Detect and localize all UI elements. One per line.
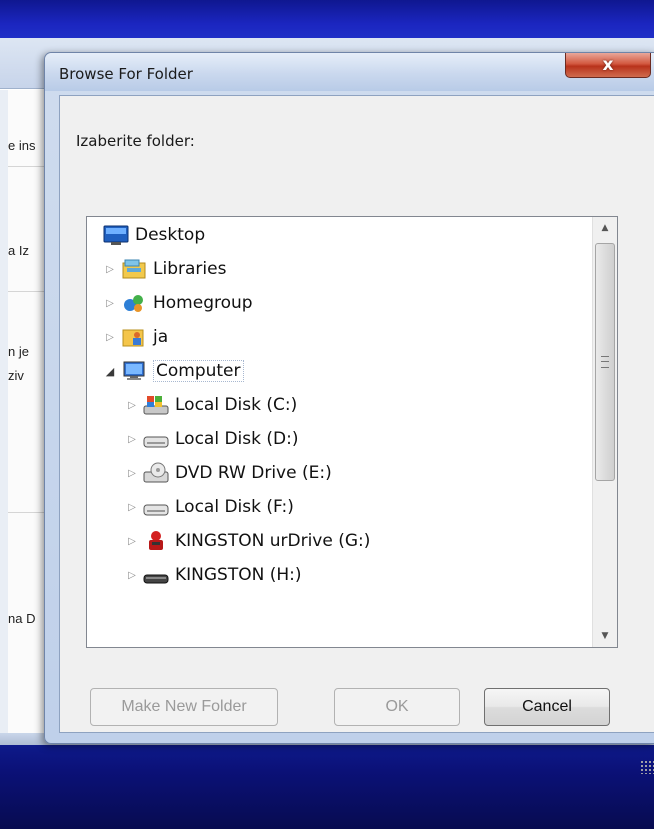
tree-item-kingston-h[interactable]: ▷ KINGSTON (H:) bbox=[125, 558, 302, 592]
scroll-down-button[interactable]: ▼ bbox=[593, 625, 617, 647]
tree-item-label: KINGSTON (H:) bbox=[175, 565, 302, 585]
tree-item-label: Computer bbox=[153, 360, 244, 382]
browse-folder-dialog: Browse For Folder x Izaberite folder: De… bbox=[44, 52, 654, 774]
expand-arrow-icon[interactable]: ▷ bbox=[125, 434, 139, 445]
tree-item-label: Libraries bbox=[153, 259, 227, 279]
expand-arrow-icon[interactable]: ▷ bbox=[103, 332, 117, 343]
system-drive-icon bbox=[143, 394, 169, 416]
hard-drive-icon bbox=[143, 496, 169, 518]
dialog-title: Browse For Folder bbox=[59, 65, 193, 83]
user-folder-icon bbox=[121, 326, 147, 348]
background-text: na D bbox=[8, 611, 36, 626]
close-icon: x bbox=[602, 55, 614, 75]
expand-arrow-icon[interactable]: ▷ bbox=[103, 264, 117, 275]
desktop-icon bbox=[103, 224, 129, 246]
collapse-arrow-icon[interactable]: ◢ bbox=[103, 365, 117, 378]
tree-item-kingston-urdrive-g[interactable]: ▷ KINGSTON urDrive (G:) bbox=[125, 524, 370, 558]
tree-item-dvd-drive-e[interactable]: ▷ DVD RW Drive (E:) bbox=[125, 456, 332, 490]
desktop-background-top bbox=[0, 0, 654, 40]
background-text: e ins bbox=[8, 138, 36, 153]
folder-tree[interactable]: Desktop ▷ Libraries ▷ Homegroup ▷ ja ◢ C… bbox=[86, 216, 618, 648]
expand-arrow-icon[interactable]: ▷ bbox=[125, 502, 139, 513]
usb-drive-icon bbox=[143, 564, 169, 586]
tree-item-label: DVD RW Drive (E:) bbox=[175, 463, 332, 483]
expand-arrow-icon[interactable]: ▷ bbox=[125, 400, 139, 411]
close-button[interactable]: x bbox=[565, 53, 651, 78]
grip-icon bbox=[601, 356, 609, 368]
expand-arrow-icon[interactable]: ▷ bbox=[103, 298, 117, 309]
tree-item-ja[interactable]: ▷ ja bbox=[103, 320, 168, 354]
scrollbar-thumb[interactable] bbox=[595, 243, 615, 481]
expand-arrow-icon[interactable]: ▷ bbox=[125, 536, 139, 547]
tree-item-label: Desktop bbox=[135, 225, 206, 245]
hard-drive-icon bbox=[143, 428, 169, 450]
scroll-up-icon: ▲ bbox=[601, 223, 609, 233]
desktop-background-bottom bbox=[0, 745, 654, 829]
tree-item-local-disk-f[interactable]: ▷ Local Disk (F:) bbox=[125, 490, 294, 524]
resize-grip-icon[interactable] bbox=[640, 760, 654, 774]
dialog-client-area: Izaberite folder: Desktop ▷ Libraries ▷ bbox=[59, 95, 654, 774]
tree-item-libraries[interactable]: ▷ Libraries bbox=[103, 252, 226, 286]
make-new-folder-button[interactable]: Make New Folder bbox=[90, 688, 278, 726]
background-text: n je bbox=[8, 344, 29, 359]
dialog-titlebar[interactable]: Browse For Folder x bbox=[45, 53, 654, 91]
tree-item-label: KINGSTON urDrive (G:) bbox=[175, 531, 371, 551]
expand-arrow-icon[interactable]: ▷ bbox=[125, 570, 139, 581]
tree-item-label: Local Disk (F:) bbox=[175, 497, 294, 517]
tree-item-computer[interactable]: ◢ Computer bbox=[103, 354, 244, 388]
tree-item-local-disk-c[interactable]: ▷ Local Disk (C:) bbox=[125, 388, 297, 422]
scroll-up-button[interactable]: ▲ bbox=[593, 217, 617, 239]
expand-arrow-icon[interactable]: ▷ bbox=[125, 468, 139, 479]
tree-item-label: ja bbox=[153, 327, 169, 347]
dvd-drive-icon bbox=[143, 462, 169, 484]
background-text: a Iz bbox=[8, 243, 29, 258]
ok-button[interactable]: OK bbox=[334, 688, 460, 726]
background-window-frame bbox=[0, 90, 8, 745]
tree-item-local-disk-d[interactable]: ▷ Local Disk (D:) bbox=[125, 422, 298, 456]
computer-icon bbox=[121, 360, 147, 382]
tree-item-label: Local Disk (C:) bbox=[175, 395, 298, 415]
libraries-icon bbox=[121, 258, 147, 280]
tree-scrollbar[interactable]: ▲ ▼ bbox=[592, 217, 617, 647]
cancel-button[interactable]: Cancel bbox=[484, 688, 610, 726]
kingston-icon bbox=[143, 530, 169, 552]
folder-prompt-label: Izaberite folder: bbox=[76, 132, 195, 150]
tree-item-label: Local Disk (D:) bbox=[175, 429, 299, 449]
scroll-down-icon: ▼ bbox=[601, 631, 609, 641]
homegroup-icon bbox=[121, 292, 147, 314]
tree-item-homegroup[interactable]: ▷ Homegroup bbox=[103, 286, 253, 320]
background-text: ziv bbox=[8, 368, 24, 383]
tree-item-label: Homegroup bbox=[153, 293, 253, 313]
tree-item-desktop[interactable]: Desktop bbox=[103, 218, 205, 252]
